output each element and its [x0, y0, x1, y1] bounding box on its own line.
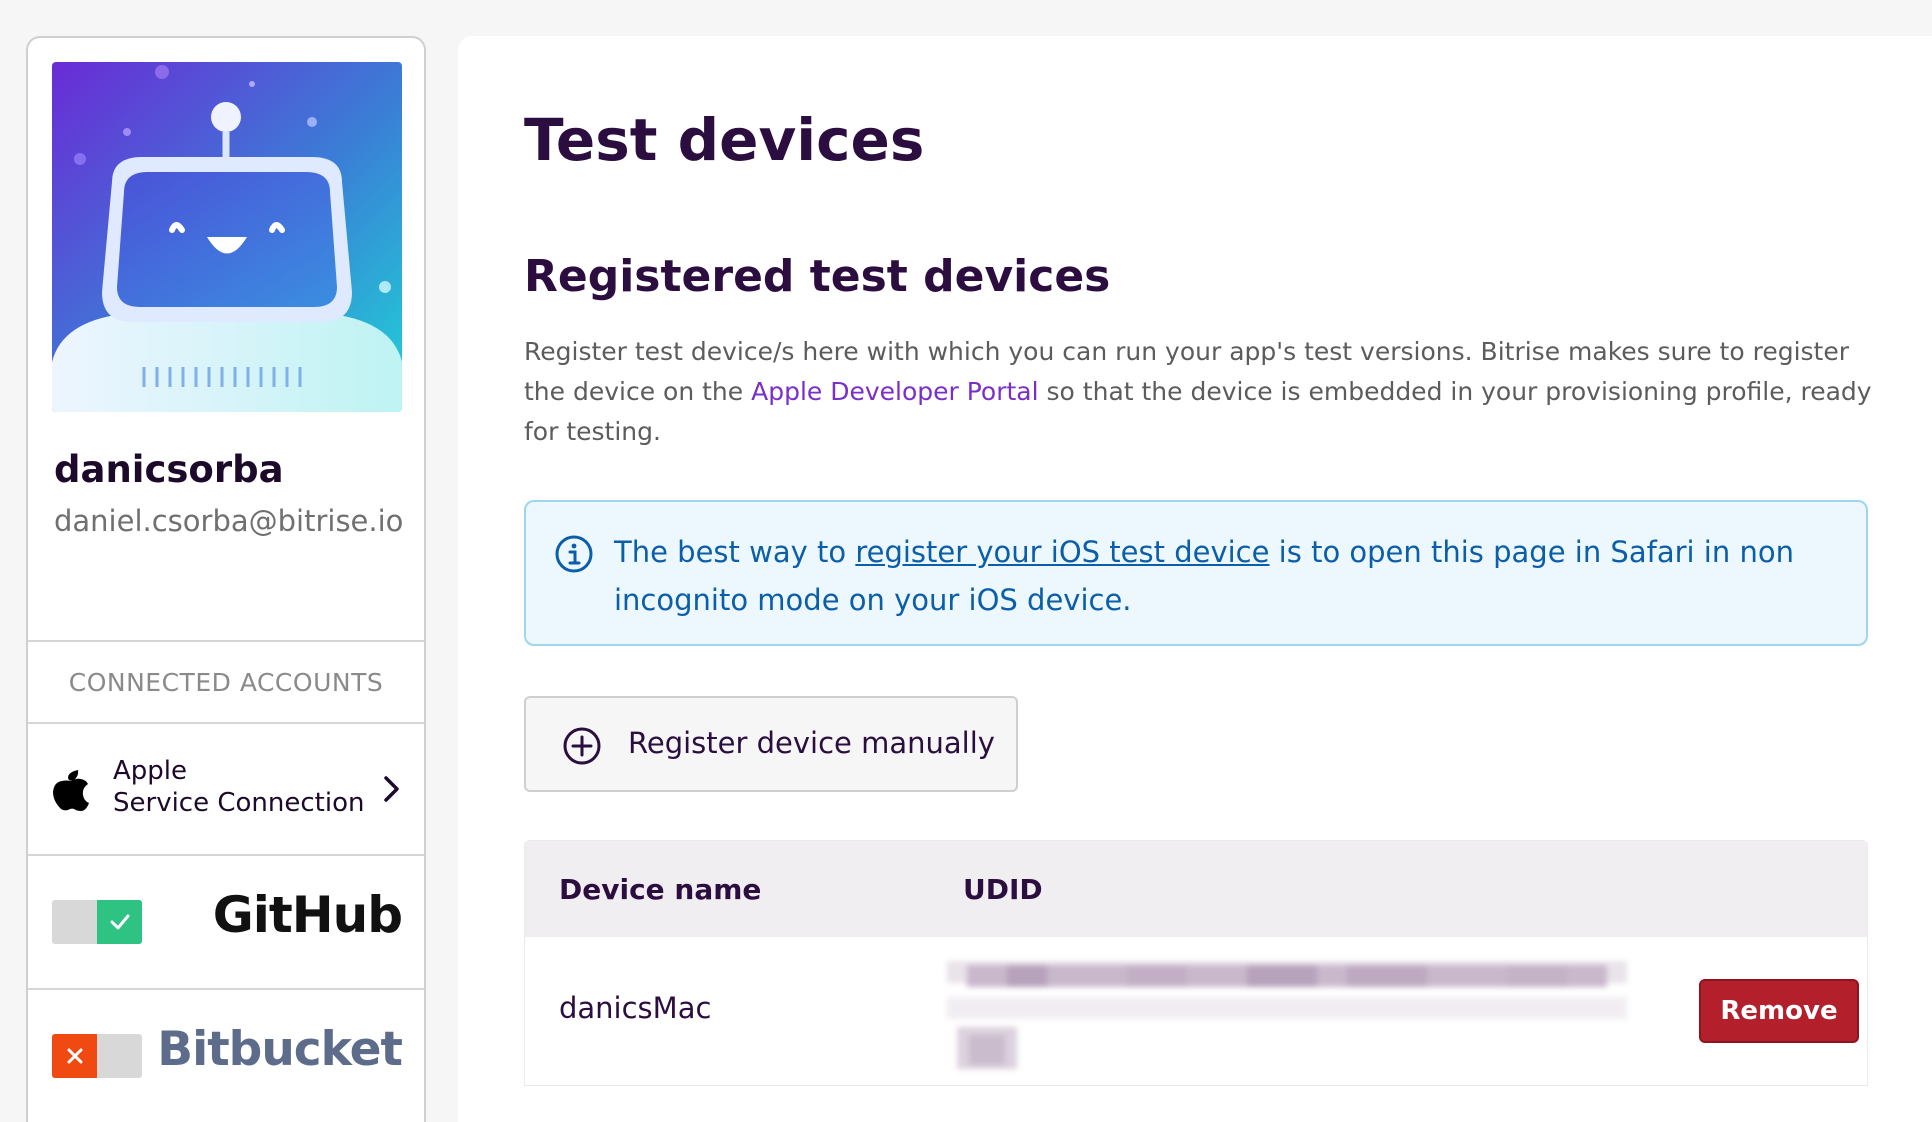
- table-header: Device name UDID: [525, 841, 1867, 937]
- udid-redacted: [947, 953, 1627, 1083]
- apple-developer-portal-link[interactable]: Apple Developer Portal: [751, 377, 1038, 406]
- profile-email: daniel.csorba@bitrise.io: [54, 504, 404, 538]
- section-description: Register test device/s here with which y…: [524, 332, 1884, 452]
- info-banner-text: The best way to register your iOS test d…: [614, 528, 1844, 624]
- register-device-manually-button[interactable]: Register device manually: [524, 696, 1018, 792]
- apple-label: Apple: [113, 756, 188, 786]
- register-button-label: Register device manually: [628, 726, 995, 760]
- apple-service-connection-item[interactable]: Apple Service Connection: [28, 724, 424, 854]
- remove-device-button[interactable]: Remove: [1699, 979, 1859, 1043]
- section-title: Registered test devices: [524, 251, 1111, 302]
- table-row: danicsMac Remove: [525, 937, 1867, 1085]
- device-name-cell: danicsMac: [559, 991, 712, 1025]
- service-connection-label: Service Connection: [113, 788, 365, 818]
- close-icon: [52, 1034, 97, 1078]
- github-account-item: GitHub: [28, 856, 424, 988]
- check-icon: [97, 900, 142, 944]
- github-logo: GitHub: [212, 886, 403, 944]
- profile-username: danicsorba: [54, 448, 284, 491]
- plus-circle-icon: [563, 727, 601, 765]
- connected-accounts-title: CONNECTED ACCOUNTS: [68, 667, 384, 697]
- profile-sidebar: danicsorba daniel.csorba@bitrise.io CONN…: [26, 36, 426, 1122]
- apple-icon: [53, 770, 89, 811]
- info-banner: The best way to register your iOS test d…: [524, 500, 1868, 646]
- register-ios-device-link[interactable]: register your iOS test device: [855, 535, 1269, 569]
- bitbucket-connection-toggle[interactable]: [52, 1034, 142, 1078]
- info-text: The best way to: [614, 535, 856, 569]
- info-icon: [555, 535, 593, 573]
- column-header-device-name: Device name: [559, 873, 762, 906]
- column-header-udid: UDID: [963, 873, 1043, 906]
- main-panel: Test devices Registered test devices Reg…: [458, 36, 1932, 1122]
- page-title: Test devices: [524, 106, 925, 174]
- devices-table: Device name UDID danicsMac Remove: [524, 840, 1868, 1086]
- github-connection-toggle[interactable]: [52, 900, 142, 944]
- bitbucket-logo: Bitbucket: [157, 1022, 403, 1077]
- robot-avatar-icon: [52, 62, 402, 412]
- chevron-right-icon: [384, 776, 399, 802]
- bitbucket-account-item: Bitbucket: [28, 990, 424, 1122]
